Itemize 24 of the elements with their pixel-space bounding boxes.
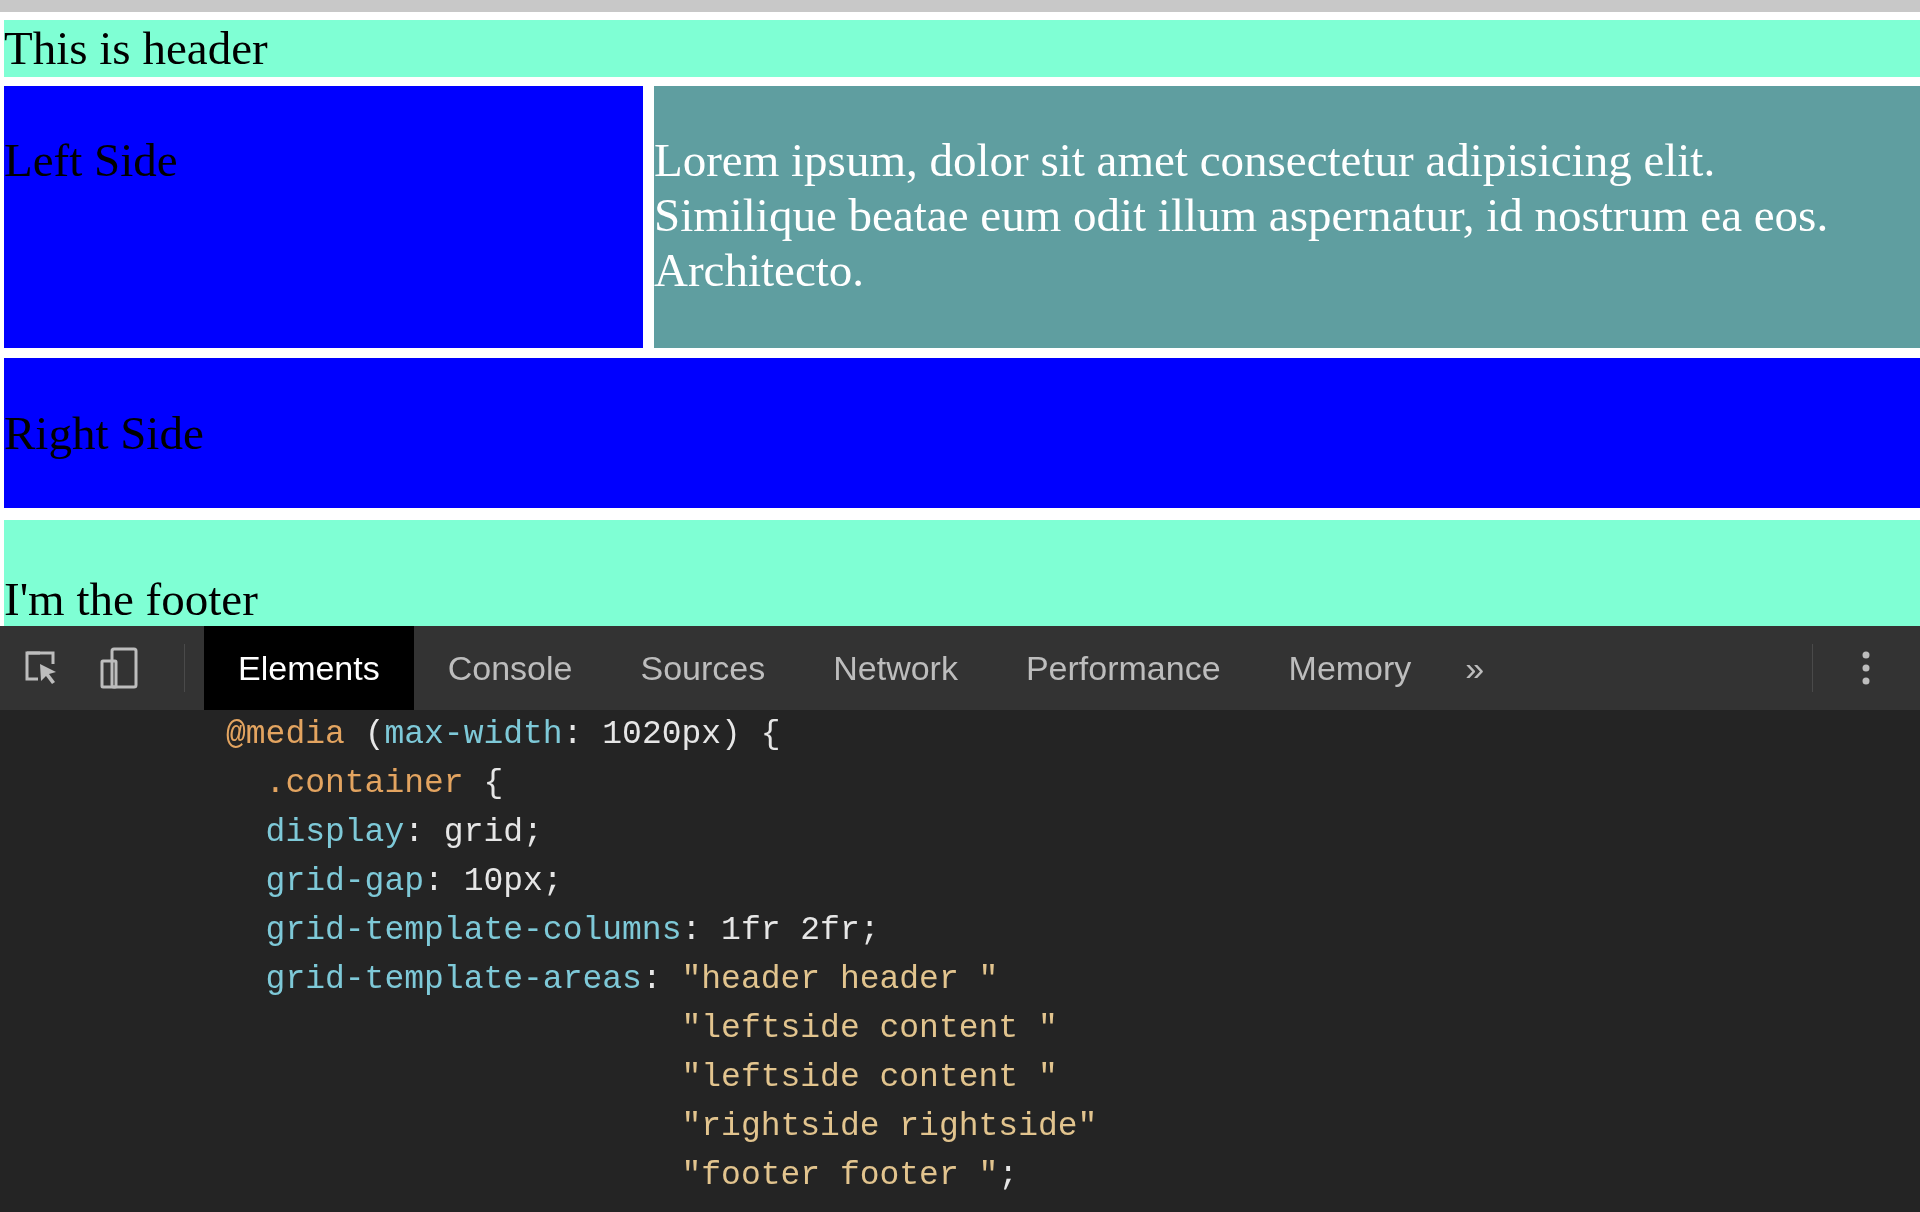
right-side-text: Right Side	[4, 406, 204, 460]
code-line: @media (max-width: 1020px) {	[226, 715, 782, 755]
footer-text: I'm the footer	[4, 572, 258, 626]
devtools-tab[interactable]: Network	[799, 626, 992, 710]
more-options-icon[interactable]	[1862, 651, 1870, 685]
left-side-text: Left Side	[4, 134, 178, 186]
devtools-tab[interactable]: Elements	[204, 626, 414, 710]
code-line: grid-gap: 10px;	[264, 862, 564, 902]
code-line: "footer footer ";	[680, 1156, 1020, 1196]
devtools-tab[interactable]: Console	[413, 626, 607, 710]
code-line: grid-template-columns: 1fr 2fr;	[264, 911, 881, 951]
devtools-tab[interactable]: Memory	[1254, 626, 1446, 710]
code-line: "leftside content "	[680, 1009, 1059, 1049]
devtools-tab[interactable]: Performance	[991, 626, 1255, 710]
code-line: display: grid;	[264, 813, 544, 853]
device-toolbar-icon[interactable]	[100, 647, 138, 689]
code-line: grid-template-areas: "header header "	[264, 960, 1000, 1000]
devtools-tab[interactable]: Sources	[606, 626, 800, 710]
more-tabs-button[interactable]: »	[1445, 626, 1505, 710]
code-line: .container {	[264, 764, 505, 804]
content-paragraph: Lorem ipsum, dolor sit amet consectetur adipisicing elit. Similique beatae eum odit illum aspernatur, id nostrum ea eos. Architecto.	[654, 134, 1829, 296]
code-line: "leftside content "	[680, 1058, 1059, 1098]
header-bar: This is header	[4, 20, 1920, 77]
code-line: "rightside rightside"	[680, 1107, 1099, 1147]
